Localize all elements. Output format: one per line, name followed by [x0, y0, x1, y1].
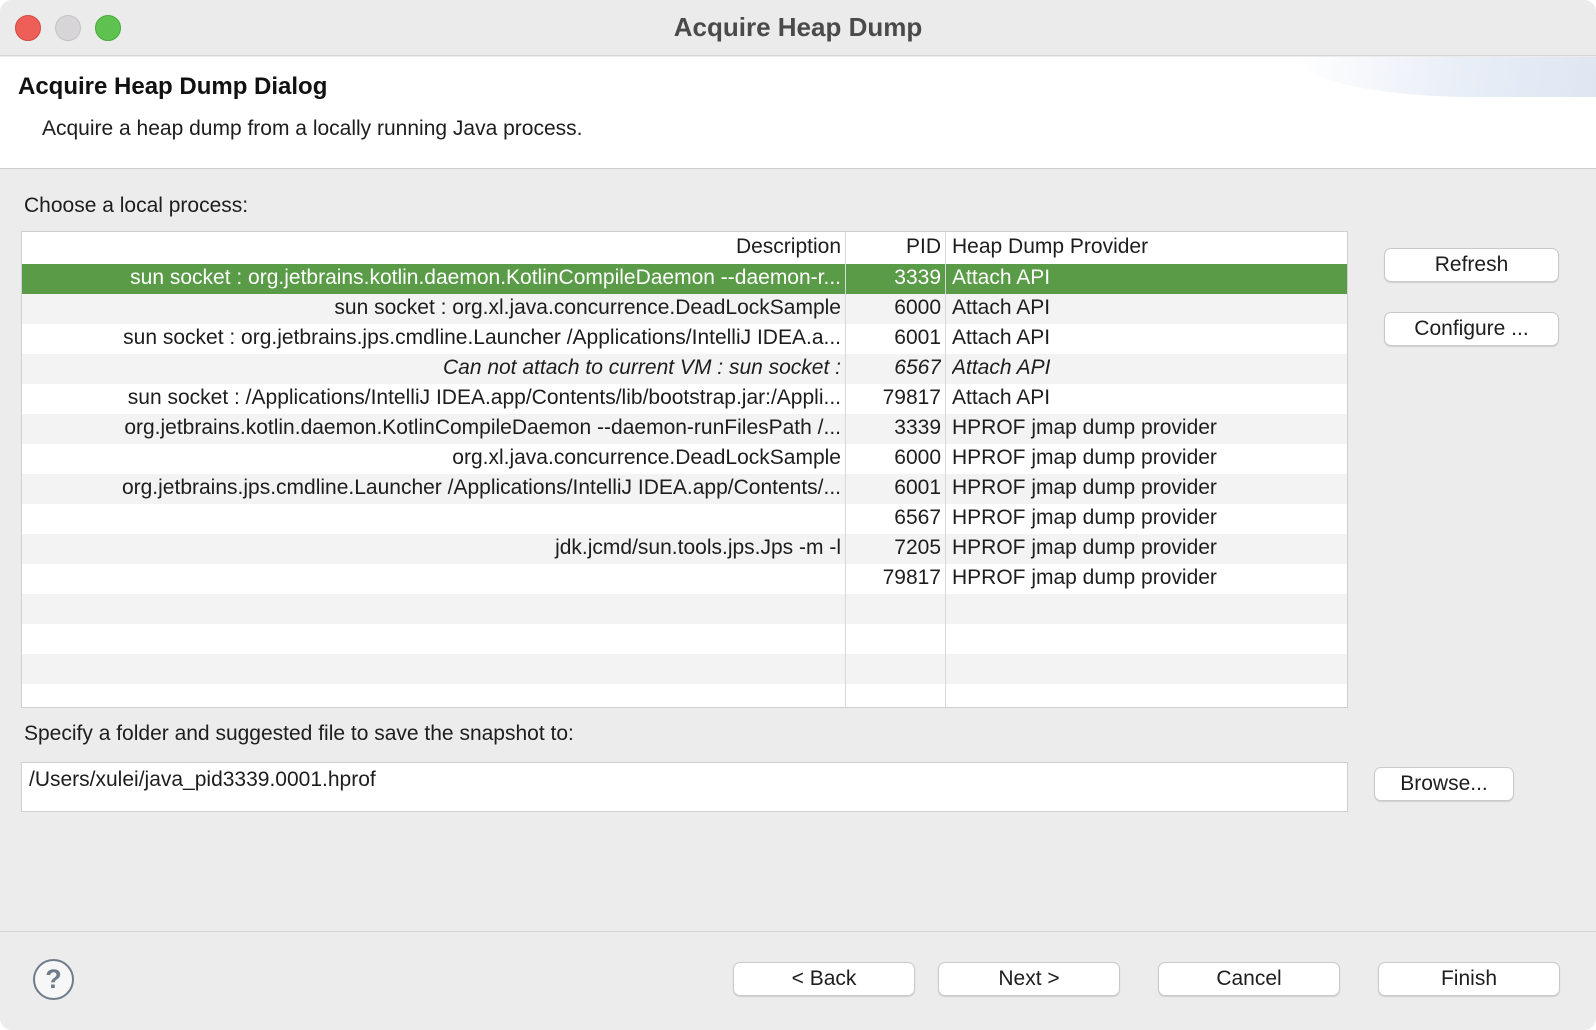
cell-provider: HPROF jmap dump provider — [952, 416, 1217, 439]
cell-provider: HPROF jmap dump provider — [952, 536, 1217, 559]
empty-row — [22, 594, 1347, 624]
column-divider — [945, 232, 946, 707]
process-table[interactable]: Description PID Heap Dump Provider sun s… — [21, 231, 1348, 708]
table-row[interactable]: org.jetbrains.kotlin.daemon.KotlinCompil… — [22, 414, 1347, 444]
cancel-button[interactable]: Cancel — [1158, 962, 1340, 996]
refresh-button[interactable]: Refresh — [1384, 248, 1559, 282]
cell-provider: HPROF jmap dump provider — [952, 476, 1217, 499]
cell-description: sun socket : org.jetbrains.kotlin.daemon… — [130, 266, 841, 289]
table-row[interactable]: sun socket : org.jetbrains.kotlin.daemon… — [22, 264, 1347, 294]
cell-description: org.jetbrains.jps.cmdline.Launcher /Appl… — [121, 476, 841, 499]
column-header-description[interactable]: Description — [22, 235, 841, 259]
help-icon[interactable]: ? — [33, 959, 74, 1000]
cell-provider: Attach API — [952, 356, 1051, 379]
cell-pid: 79817 — [882, 566, 941, 589]
save-folder-label: Specify a folder and suggested file to s… — [24, 722, 574, 745]
cell-pid: 6001 — [894, 326, 941, 349]
table-row[interactable]: Can not attach to current VM : sun socke… — [22, 354, 1347, 384]
cell-provider: HPROF jmap dump provider — [952, 506, 1217, 529]
cell-pid: 79817 — [882, 386, 941, 409]
back-button[interactable]: < Back — [733, 962, 915, 996]
table-row[interactable]: sun socket : org.jetbrains.jps.cmdline.L… — [22, 324, 1347, 354]
column-header-provider[interactable]: Heap Dump Provider — [952, 235, 1148, 259]
cell-pid: 6567 — [894, 506, 941, 529]
configure-button[interactable]: Configure ... — [1384, 312, 1559, 346]
title-bar: Acquire Heap Dump — [0, 0, 1596, 56]
cell-provider: HPROF jmap dump provider — [952, 566, 1217, 589]
table-row[interactable]: org.jetbrains.jps.cmdline.Launcher /Appl… — [22, 474, 1347, 504]
cell-description: org.jetbrains.kotlin.daemon.KotlinCompil… — [124, 416, 841, 439]
table-row[interactable]: sun socket : org.xl.java.concurrence.Dea… — [22, 294, 1347, 324]
header-banner: Acquire Heap Dump Dialog Acquire a heap … — [0, 57, 1596, 169]
column-header-pid[interactable]: PID — [846, 235, 941, 259]
cell-pid: 6000 — [894, 446, 941, 469]
banner-decoration — [1296, 57, 1596, 97]
cell-provider: Attach API — [952, 386, 1051, 409]
cell-pid: 7205 — [894, 536, 941, 559]
table-row[interactable]: org.xl.java.concurrence.DeadLockSample 60… — [22, 444, 1347, 474]
window-title: Acquire Heap Dump — [673, 12, 923, 42]
cell-pid: 3339 — [894, 416, 941, 439]
table-header: Description PID Heap Dump Provider — [22, 232, 1347, 264]
cell-provider: Attach API — [952, 296, 1051, 319]
footer-divider — [0, 931, 1596, 932]
cell-pid: 6001 — [894, 476, 941, 499]
empty-row — [22, 624, 1347, 654]
cell-description: Can not attach to current VM : sun socke… — [442, 356, 841, 379]
table-row[interactable]: jdk.jcmd/sun.tools.jps.Jps -m -l 7205 HPRO… — [22, 534, 1347, 564]
empty-row — [22, 684, 1347, 707]
finish-button[interactable]: Finish — [1378, 962, 1560, 996]
cell-pid: 3339 — [894, 266, 941, 289]
cell-description: org.xl.java.concurrence.DeadLockSample — [452, 446, 841, 469]
empty-row — [22, 654, 1347, 684]
dialog-title: Acquire Heap Dump Dialog — [18, 73, 328, 100]
cell-description: sun socket : /Applications/IntelliJ IDEA… — [127, 386, 841, 409]
table-row[interactable]: 6567 HPROF jmap dump provider — [22, 504, 1347, 534]
table-row[interactable]: sun socket : /Applications/IntelliJ IDEA… — [22, 384, 1347, 414]
cell-description: sun socket : org.jetbrains.jps.cmdline.L… — [123, 326, 841, 349]
cell-pid: 6000 — [894, 296, 941, 319]
next-button[interactable]: Next > — [938, 962, 1120, 996]
dialog-window: Acquire Heap Dump Acquire Heap Dump Dial… — [0, 0, 1596, 1030]
cell-description: jdk.jcmd/sun.tools.jps.Jps -m -l — [555, 536, 841, 559]
column-divider — [845, 232, 846, 707]
choose-process-label: Choose a local process: — [24, 194, 249, 217]
cell-provider: Attach API — [952, 266, 1051, 289]
cell-description: sun socket : org.xl.java.concurrence.Dea… — [334, 296, 841, 319]
cell-provider: HPROF jmap dump provider — [952, 446, 1217, 469]
table-row[interactable]: 79817 HPROF jmap dump provider — [22, 564, 1347, 594]
dialog-description: Acquire a heap dump from a locally runni… — [42, 117, 583, 140]
cell-provider: Attach API — [952, 326, 1051, 349]
browse-button[interactable]: Browse... — [1374, 767, 1514, 801]
snapshot-path-input[interactable]: /Users/xulei/java_pid3339.0001.hprof — [21, 762, 1348, 812]
cell-pid: 6567 — [894, 356, 941, 379]
